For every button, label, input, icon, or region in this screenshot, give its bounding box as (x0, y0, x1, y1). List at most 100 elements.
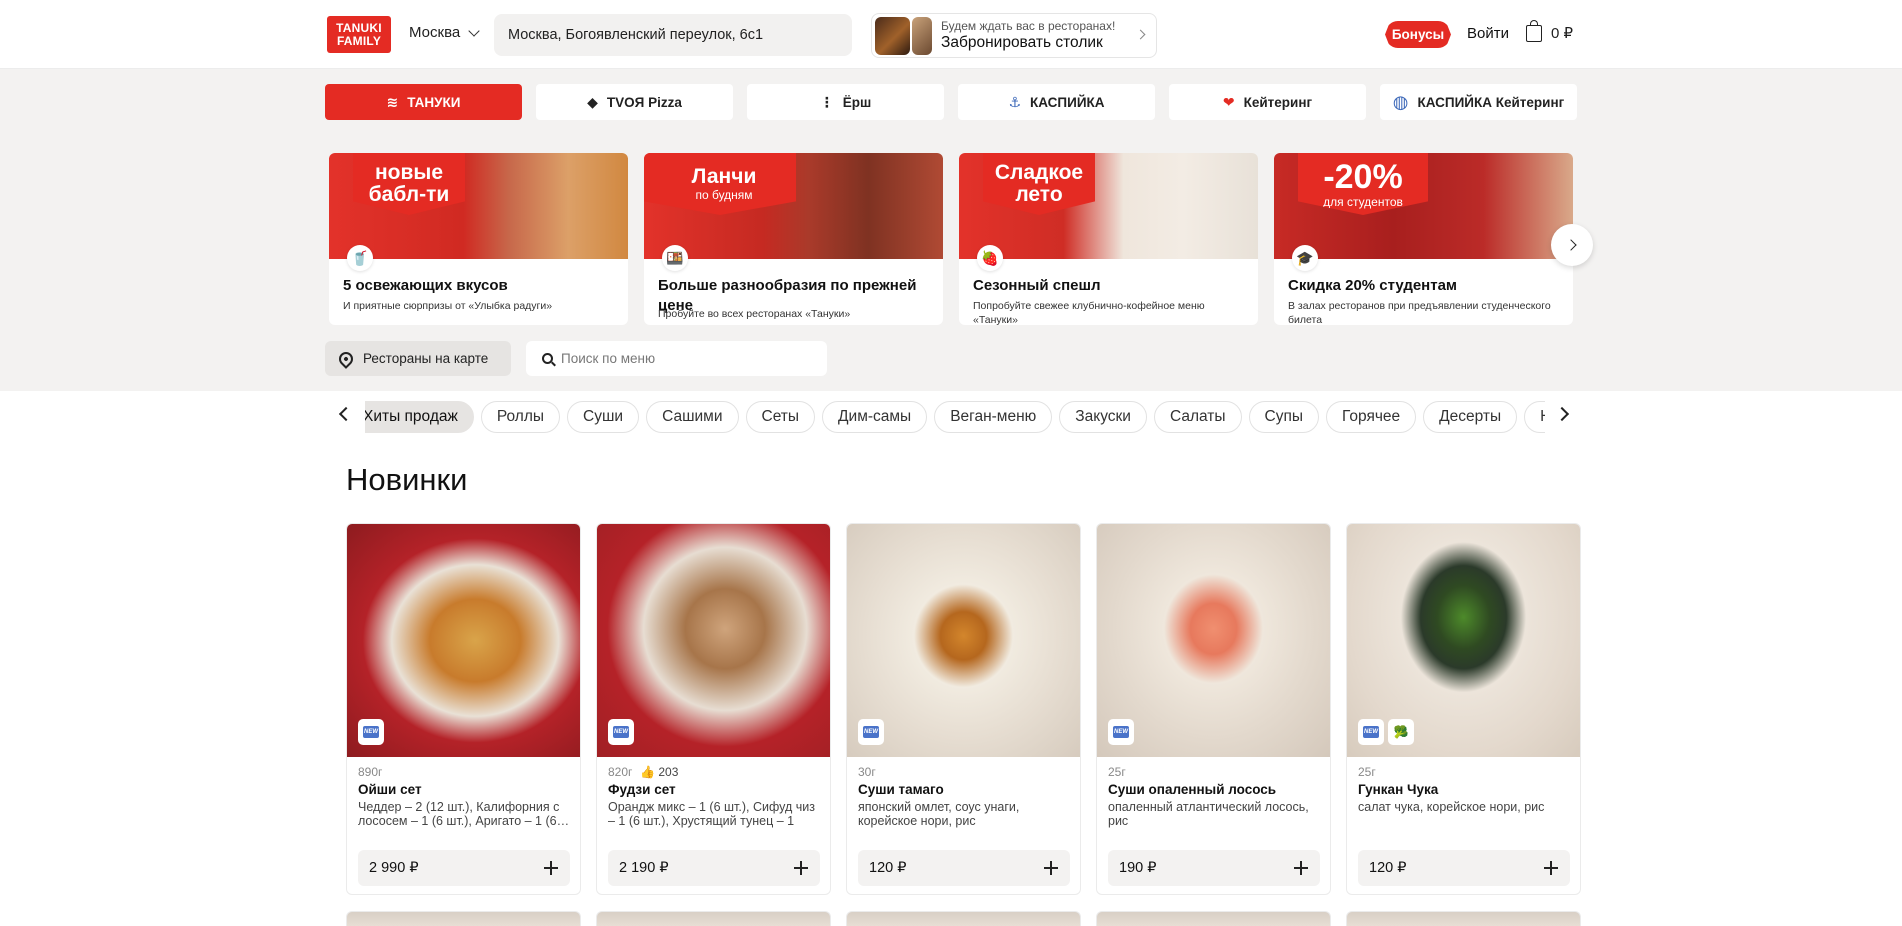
chevron-right-icon (1564, 239, 1577, 251)
tanuki-icon: ≋ (386, 93, 399, 110)
brand-tab-tvoya-pizza[interactable]: ◆ TVOЯ Pizza (536, 84, 733, 120)
category-chip-desserts[interactable]: Десерты (1423, 401, 1518, 433)
promo-subtitle: В залах ресторанов при предъявлении студ… (1288, 300, 1551, 325)
restaurants-map-button[interactable]: Рестораны на карте (325, 341, 511, 376)
new-badge: NEW (608, 719, 634, 745)
brand-tab-kaspiyka-catering[interactable]: ◍ КАСПИЙКА Кейтеринг (1380, 84, 1577, 120)
section-title: Новинки (346, 462, 468, 497)
globe-icon: ◍ (1392, 91, 1409, 112)
promo-subtitle: Пробуйте во всех ресторанах «Тануки» (658, 308, 851, 320)
product-description: японский омлет, соус унаги, корейское но… (858, 800, 1020, 828)
new-badge: NEW (1358, 719, 1384, 745)
add-to-cart-button[interactable]: 190 ₽ (1108, 850, 1320, 886)
product-price: 120 ₽ (869, 860, 907, 876)
plus-icon (1294, 861, 1308, 875)
category-chip-vegan[interactable]: Веган-меню (934, 401, 1053, 433)
cart-button[interactable]: 0 ₽ (1526, 19, 1573, 42)
chevron-down-icon (468, 24, 480, 37)
brand-tab-label: Ёрш (842, 94, 872, 110)
new-label: NEW (613, 726, 629, 738)
promo-tag: Ланчи по будням (644, 153, 796, 215)
brand-tabs: ≋ ТАНУКИ ◆ TVOЯ Pizza ⋮ Ёрш ⚓ КАСПИЙКА ❤… (325, 84, 1577, 120)
promo-tag: -20% для студентов (1298, 153, 1428, 215)
chevron-right-icon[interactable] (1554, 406, 1570, 422)
bubble-tea-icon: 🥤 (347, 245, 373, 271)
category-chip-soups[interactable]: Супы (1248, 401, 1320, 433)
brand-tab-label: ТАНУКИ (407, 94, 461, 110)
new-label: NEW (1113, 726, 1129, 738)
promo-title: Скидка 20% студентам (1288, 277, 1458, 294)
product-card[interactable]: NEW 25г Суши опаленный лосось опаленный … (1096, 523, 1331, 895)
plus-icon (1044, 861, 1058, 875)
tanuki-family-logo[interactable]: TANUKI FAMILY (327, 16, 391, 53)
product-description: Чеддер – 2 (12 шт.), Калифорния с лососе… (358, 800, 570, 828)
plus-icon (794, 861, 808, 875)
chevron-left-icon[interactable] (338, 406, 354, 422)
product-card-partial (846, 911, 1081, 926)
category-chip-hot[interactable]: Горячее (1326, 401, 1417, 433)
promo-card[interactable]: -20% для студентов 🎓 Скидка 20% студента… (1274, 153, 1573, 325)
promo-card[interactable]: Сладкое лето 🍓 Сезонный спешл Попробуйте… (959, 153, 1258, 325)
product-weight: 25г (1108, 765, 1126, 779)
add-to-cart-button[interactable]: 2 190 ₽ (608, 850, 820, 886)
promo-title: 5 освежающих вкусов (343, 277, 508, 294)
category-chip-sashimi[interactable]: Сашими (646, 401, 739, 433)
bonus-button[interactable]: Бонусы (1385, 21, 1451, 48)
add-to-cart-button[interactable]: 120 ₽ (858, 850, 1070, 886)
category-chip-sets[interactable]: Сеты (745, 401, 816, 433)
map-pin-icon (336, 348, 356, 369)
new-label: NEW (363, 726, 379, 738)
add-to-cart-button[interactable]: 2 990 ₽ (358, 850, 570, 886)
product-price: 190 ₽ (1119, 860, 1157, 876)
product-price: 2 190 ₽ (619, 860, 669, 876)
brand-tab-catering[interactable]: ❤ Кейтеринг (1169, 84, 1366, 120)
promo-card[interactable]: новые бабл-ти 🥤 5 освежающих вкусов И пр… (329, 153, 628, 325)
fish-icon: ⋮ (819, 93, 834, 110)
new-badge: NEW (858, 719, 884, 745)
next-product-row (346, 911, 1581, 926)
promo-subtitle: Попробуйте свежее клубнично-кофейное мен… (973, 300, 1205, 325)
brand-tab-label: КАСПИЙКА (1030, 94, 1105, 110)
promo-tag: Сладкое лето (983, 153, 1095, 215)
product-price: 2 990 ₽ (369, 860, 419, 876)
promo-tag-text: -20% (1323, 158, 1403, 196)
delivery-address-field[interactable]: Москва, Богоявленский переулок, 6с1 (494, 14, 852, 56)
category-chip-rolls[interactable]: Роллы (480, 401, 561, 433)
product-card[interactable]: NEW 🥦 25г Гункан Чука салат чука, корейс… (1346, 523, 1581, 895)
product-card[interactable]: NEW 820г 👍 203 Фудзи сет Орандж микс – 1 … (596, 523, 831, 895)
promo-tag-text: Сладкое лето (994, 161, 1084, 206)
brand-tab-tanuki[interactable]: ≋ ТАНУКИ (325, 84, 522, 120)
menu-search-box[interactable] (526, 341, 827, 376)
product-weight: 890г (358, 765, 383, 779)
promo-tag-subtext: по будням (695, 188, 753, 202)
promo-card[interactable]: Ланчи по будням 🍱 Больше разнообразия по… (644, 153, 943, 325)
city-selector[interactable]: Москва (409, 24, 480, 41)
booking-title: Забронировать столик (941, 33, 1103, 51)
new-badge: NEW (1108, 719, 1134, 745)
category-chip-sushi[interactable]: Суши (567, 401, 640, 433)
brand-tab-kaspiyka[interactable]: ⚓ КАСПИЙКА (958, 84, 1155, 120)
promo-image: новые бабл-ти (329, 153, 628, 259)
category-chip-dim-sum[interactable]: Дим-самы (822, 401, 928, 433)
product-card[interactable]: NEW 30г Суши тамаго японский омлет, соус… (846, 523, 1081, 895)
brand-tab-label: КАСПИЙКА Кейтеринг (1417, 94, 1565, 110)
brand-tab-label: TVOЯ Pizza (606, 94, 682, 110)
promo-tag-text: новые бабл-ти (368, 161, 450, 206)
category-chip-starters[interactable]: Закуски (1059, 401, 1147, 433)
carousel-next-button[interactable] (1551, 224, 1593, 266)
category-chip-salads[interactable]: Салаты (1153, 401, 1242, 433)
category-chip-drinks[interactable]: Напитки (1524, 401, 1545, 433)
add-to-cart-button[interactable]: 120 ₽ (1358, 850, 1570, 886)
product-card[interactable]: NEW 890г Ойши сет Чеддер – 2 (12 шт.), К… (346, 523, 581, 895)
product-price: 120 ₽ (1369, 860, 1407, 876)
strawberry-icon: 🍓 (977, 245, 1003, 271)
brand-tab-yorsh[interactable]: ⋮ Ёрш (747, 84, 944, 120)
rating-count: 203 (658, 765, 679, 779)
menu-search-input[interactable] (561, 351, 801, 366)
login-button[interactable]: Войти (1467, 25, 1509, 42)
book-table-banner[interactable]: Будем ждать вас в ресторанах! Заброниров… (871, 13, 1157, 58)
product-name: Суши тамаго (858, 782, 944, 797)
booking-caption: Будем ждать вас в ресторанах! (941, 18, 1116, 33)
promo-tag: новые бабл-ти (353, 153, 465, 215)
category-chip-bestsellers[interactable]: Хиты продаж (365, 401, 474, 433)
